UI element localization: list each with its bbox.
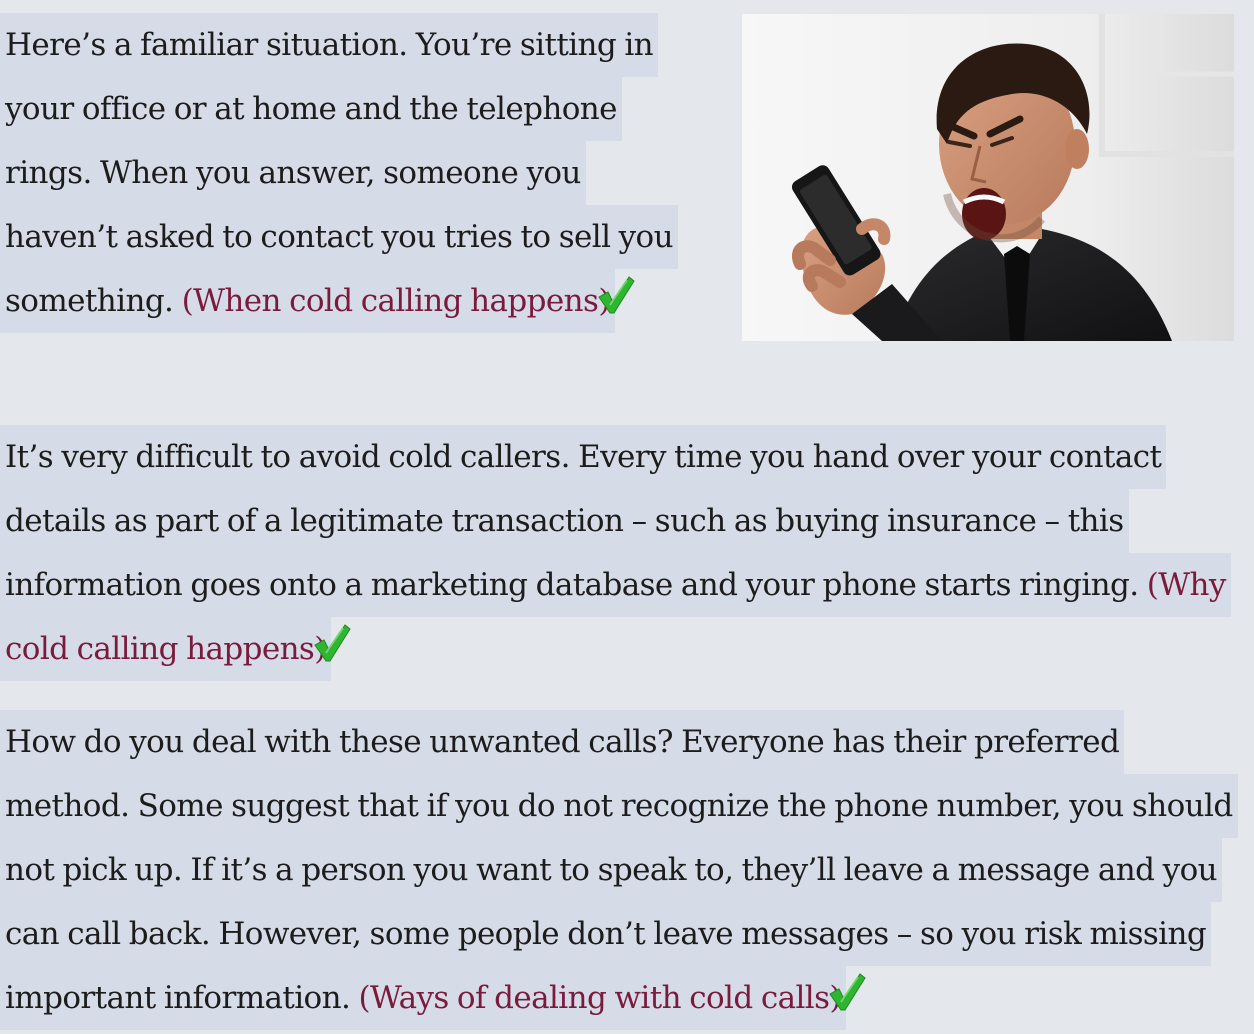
checkmark-icon: [828, 970, 866, 1011]
paragraph-when-cold-calling: Here’s a familiar situation. You’re sitt…: [0, 13, 700, 333]
paragraph-why-cold-calling: It’s very difficult to avoid cold caller…: [0, 425, 1240, 681]
paragraph-text: Here’s a familiar situation. You’re sitt…: [5, 27, 674, 319]
paragraph-ways-of-dealing: How do you deal with these unwanted call…: [0, 710, 1240, 1030]
highlighted-text: How do you deal with these unwanted call…: [0, 710, 1238, 1030]
article: Here’s a familiar situation. You’re sitt…: [0, 0, 1254, 1032]
annotation-label: (When cold calling happens): [181, 283, 611, 319]
highlighted-text: It’s very difficult to avoid cold caller…: [0, 425, 1231, 681]
paragraph-text: How do you deal with these unwanted call…: [5, 724, 1233, 1016]
annotation-label: (Ways of dealing with cold calls): [358, 980, 842, 1016]
highlighted-text: Here’s a familiar situation. You’re sitt…: [0, 13, 678, 333]
checkmark-icon: [313, 621, 351, 662]
checkmark-icon: [597, 273, 635, 314]
paragraph-text: It’s very difficult to avoid cold caller…: [5, 439, 1162, 603]
angry-caller-photo: [742, 14, 1234, 341]
